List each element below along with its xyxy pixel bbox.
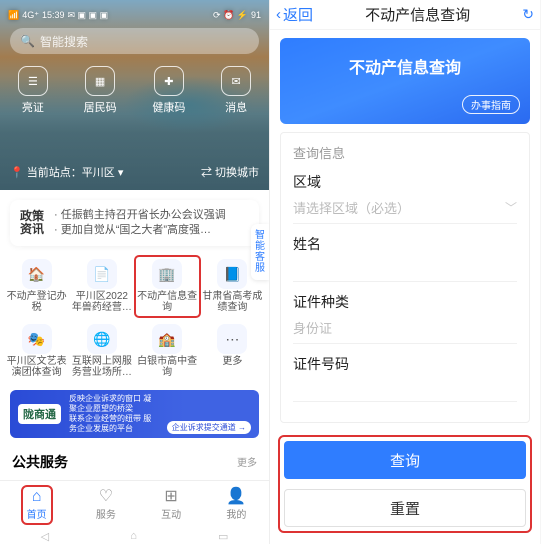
idno-input[interactable] — [293, 380, 517, 402]
user-icon: 👤 — [226, 489, 246, 505]
home-icon: ⌂ — [32, 489, 42, 505]
query-button[interactable]: 查询 — [284, 441, 526, 479]
guide-link[interactable]: 办事指南 — [462, 95, 520, 114]
section-more-link[interactable]: 更多 — [237, 454, 257, 469]
signal-icon: 📶 — [8, 10, 19, 21]
policy-news-bar[interactable]: 政策资讯 · 任振鹤主持召开省长办公会议强调 · 更加自觉从“国之大者”高度强… — [10, 200, 259, 246]
longshangtong-banner[interactable]: 陇商通 反映企业诉求的窗口 凝聚企业愿望的桥梁联系企业经营的纽带 服务企业发展的… — [10, 390, 259, 438]
entry-xiaoxi[interactable]: ✉消息 — [221, 66, 251, 115]
net-icon: 🌐 — [87, 324, 117, 354]
school-icon: 🏫 — [152, 324, 182, 354]
field-name: 姓名 — [293, 234, 517, 282]
back-link[interactable]: 返回 — [283, 4, 313, 25]
status-right: ⟳ ⏰ ⚡91 — [213, 10, 261, 21]
grid-item-0[interactable]: 🏠不动产登记办税 — [4, 256, 69, 317]
4g-label: 4G⁺ — [22, 10, 39, 21]
grid-item-2[interactable]: 🏢不动产信息查询 — [135, 256, 200, 317]
system-nav: ◁ ⌂ ▭ — [0, 528, 269, 544]
query-screen: ‹ 返回 不动产信息查询 ↻ 不动产信息查询 办事指南 查询信息 区域 请选择区… — [270, 0, 540, 544]
idtype-select[interactable]: 身份证 — [293, 318, 517, 344]
card-header: 查询信息 — [293, 143, 517, 162]
reset-button[interactable]: 重置 — [284, 489, 526, 527]
nav-recent-icon[interactable]: ▭ — [218, 530, 228, 543]
entry-jiankangma[interactable]: ✚健康码 — [152, 66, 185, 115]
nav-home-icon[interactable]: ⌂ — [130, 530, 137, 542]
grid-item-6[interactable]: 🏫白银市高中查询 — [135, 321, 200, 382]
hero-banner: 🔍 智能搜索 ☰亮证 ▦居民码 ✚健康码 ✉消息 📍 当前站点：平川区 ▾ ⇄ … — [0, 0, 269, 190]
current-site[interactable]: 📍 当前站点：平川区 ▾ — [10, 164, 123, 180]
health-icon: ✚ — [154, 66, 184, 96]
grid-item-more[interactable]: ⋯更多 — [200, 321, 265, 382]
tab-mine[interactable]: 👤我的 — [226, 489, 246, 521]
banner-logo: 陇商通 — [18, 404, 61, 424]
section-title-text: 公共服务 — [12, 452, 68, 472]
location-bar: 📍 当前站点：平川区 ▾ ⇄ 切换城市 — [10, 164, 259, 180]
nav-back-icon[interactable]: ◁ — [41, 530, 49, 543]
bell-icon: ✉ — [221, 66, 251, 96]
art-icon: 🎭 — [22, 324, 52, 354]
query-hero: 不动产信息查询 办事指南 — [280, 38, 530, 124]
action-buttons: 查询 重置 — [280, 437, 530, 531]
page-title: 不动产信息查询 — [315, 4, 520, 25]
heart-icon: ♡ — [99, 489, 113, 505]
search-input[interactable]: 🔍 智能搜索 — [10, 28, 259, 54]
back-chevron-icon[interactable]: ‹ — [276, 6, 281, 23]
kefu-side-tab[interactable]: 智能客服 — [251, 224, 269, 280]
doc2-icon: 📘 — [217, 259, 247, 289]
news-lines: · 任振鹤主持召开省长办公会议强调 · 更加自觉从“国之大者”高度强… — [54, 208, 249, 238]
name-input[interactable] — [293, 260, 517, 282]
qr-icon: ▦ — [85, 66, 115, 96]
banner-text: 反映企业诉求的窗口 凝聚企业愿望的桥梁联系企业经营的纽带 服务企业发展的平台 — [69, 394, 159, 434]
bottom-tabbar: ⌂首页 ♡服务 ⊞互动 👤我的 — [0, 480, 269, 528]
search-icon: 🔍 — [20, 34, 35, 48]
doc-icon: 📄 — [87, 259, 117, 289]
query-form-card: 查询信息 区域 请选择区域（必选） ﹀ 姓名 证件种类 身份证 证件号码 — [280, 132, 530, 423]
id-card-icon: ☰ — [18, 66, 48, 96]
field-idtype: 证件种类 身份证 — [293, 292, 517, 344]
pin-icon: 📍 — [10, 167, 24, 179]
field-idno: 证件号码 — [293, 354, 517, 402]
grid-icon: ⊞ — [164, 489, 177, 505]
tab-hudong[interactable]: ⊞互动 — [161, 489, 181, 521]
query-hero-title: 不动产信息查询 — [349, 54, 461, 78]
status-left: 📶 4G⁺ 15:39 ✉ ▣ ▣ ▣ — [8, 10, 108, 21]
house-icon: 🏠 — [22, 259, 52, 289]
hero-quick-entries: ☰亮证 ▦居民码 ✚健康码 ✉消息 — [0, 66, 269, 115]
field-region: 区域 请选择区域（必选） ﹀ — [293, 172, 517, 224]
status-bar: 📶 4G⁺ 15:39 ✉ ▣ ▣ ▣ ⟳ ⏰ ⚡91 — [0, 4, 269, 26]
time-label: 15:39 — [42, 10, 65, 20]
chevron-down-icon: ▾ — [118, 167, 124, 179]
entry-juminma[interactable]: ▦居民码 — [84, 66, 117, 115]
grid-item-5[interactable]: 🌐互联网上网服务营业场所… — [69, 321, 134, 382]
section-public-services: 公共服务 更多 — [0, 446, 269, 472]
grid-item-4[interactable]: 🎭平川区文艺表演团体查询 — [4, 321, 69, 382]
grid-item-1[interactable]: 📄平川区2022年兽药经营… — [69, 256, 134, 317]
home-screen: 📶 4G⁺ 15:39 ✉ ▣ ▣ ▣ ⟳ ⏰ ⚡91 🔍 智能搜索 ☰亮证 ▦… — [0, 0, 270, 544]
tab-home[interactable]: ⌂首页 — [23, 487, 51, 523]
region-select[interactable]: 请选择区域（必选） ﹀ — [293, 198, 517, 224]
search-house-icon: 🏢 — [152, 259, 182, 289]
banner-pill[interactable]: 企业诉求提交通道 → — [167, 421, 251, 434]
switch-city-link[interactable]: ⇄ 切换城市 — [201, 164, 259, 180]
more-icon: ⋯ — [217, 324, 247, 354]
tab-service[interactable]: ♡服务 — [96, 489, 116, 521]
chevron-down-icon: ﹀ — [505, 199, 517, 216]
news-tag: 政策资讯 — [20, 210, 46, 236]
service-grid: 🏠不动产登记办税 📄平川区2022年兽药经营… 🏢不动产信息查询 📘甘肃省高考成… — [0, 252, 269, 384]
query-header: ‹ 返回 不动产信息查询 ↻ — [270, 0, 540, 30]
entry-liangzheng[interactable]: ☰亮证 — [18, 66, 48, 115]
refresh-icon[interactable]: ↻ — [522, 6, 534, 23]
